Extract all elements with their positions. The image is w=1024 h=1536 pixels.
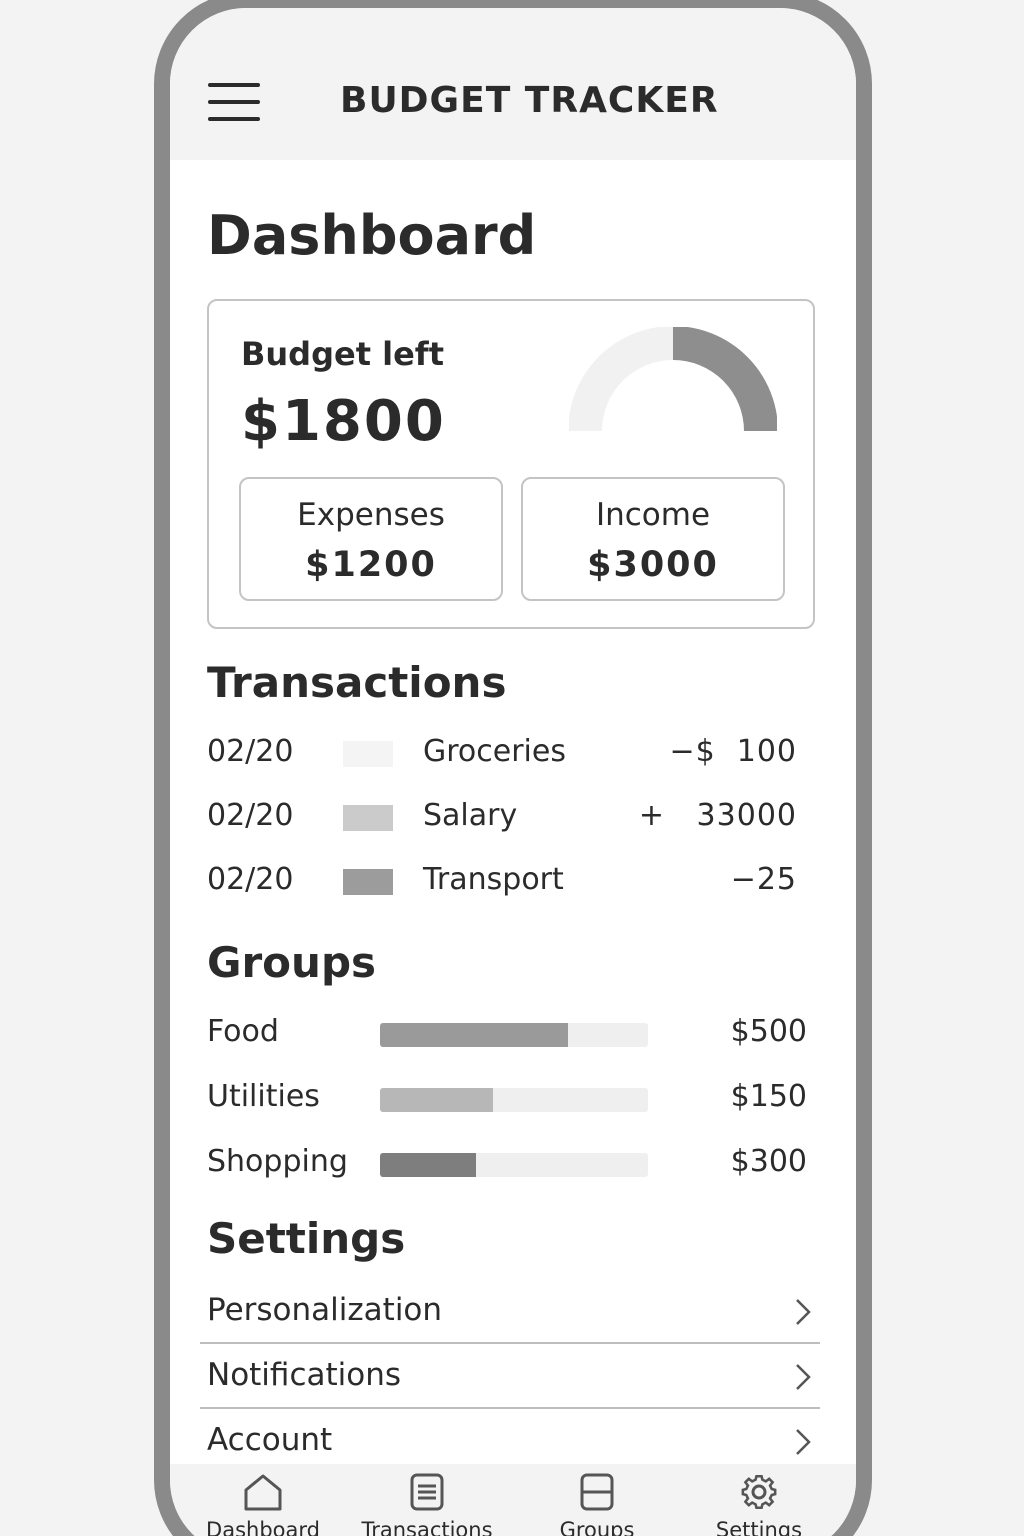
chevron-right-icon xyxy=(796,1364,811,1390)
group-progress-bar xyxy=(380,1023,648,1047)
group-progress-bar xyxy=(380,1153,648,1177)
nav-settings[interactable]: Settings xyxy=(684,1472,834,1536)
settings-item-label: Personalization xyxy=(207,1292,443,1328)
groups-icon xyxy=(580,1473,614,1511)
transaction-date: 02/20 xyxy=(207,798,294,833)
app-title: BUDGET TRACKER xyxy=(340,80,719,121)
bottom-nav: Dashboard Transactions Groups Settings xyxy=(170,1464,856,1536)
group-amount: $500 xyxy=(730,1014,807,1049)
budget-left-amount: $1800 xyxy=(241,389,446,454)
group-amount: $150 xyxy=(730,1079,807,1114)
nav-dashboard[interactable]: Dashboard xyxy=(188,1472,338,1536)
transaction-category: Salary xyxy=(423,798,518,833)
group-progress-fill xyxy=(380,1023,568,1047)
transaction-row[interactable]: 02/20 Salary + 33000 xyxy=(207,794,797,838)
transactions-title: Transactions xyxy=(207,658,507,707)
transaction-amount: −$ 100 xyxy=(669,734,797,769)
group-progress-bar xyxy=(380,1088,648,1112)
transaction-category: Groceries xyxy=(423,734,566,769)
gauge-fill xyxy=(672,327,777,432)
transaction-amount: + 33000 xyxy=(638,798,797,833)
expenses-value: $1200 xyxy=(305,545,437,585)
expenses-box: Expenses $1200 xyxy=(239,477,503,601)
list-icon xyxy=(410,1473,444,1511)
group-row[interactable]: Utilities $150 xyxy=(207,1075,807,1119)
category-swatch xyxy=(343,869,393,895)
settings-item-label: Notifications xyxy=(207,1357,402,1393)
settings-item-label: Account xyxy=(207,1422,333,1458)
group-progress-fill xyxy=(380,1088,493,1112)
group-amount: $300 xyxy=(730,1144,807,1179)
transaction-date: 02/20 xyxy=(207,734,294,769)
group-row[interactable]: Shopping $300 xyxy=(207,1140,807,1184)
category-swatch xyxy=(343,805,393,831)
income-label: Income xyxy=(595,497,711,533)
phone-frame: BUDGET TRACKER Dashboard Budget left $18… xyxy=(154,0,872,1536)
transaction-row[interactable]: 02/20 Groceries −$ 100 xyxy=(207,730,797,774)
group-name: Shopping xyxy=(207,1144,348,1179)
transaction-amount: −25 xyxy=(730,862,797,897)
category-swatch xyxy=(343,741,393,767)
top-bar: BUDGET TRACKER xyxy=(170,8,856,160)
group-row[interactable]: Food $500 xyxy=(207,1010,807,1054)
group-progress-fill xyxy=(380,1153,477,1177)
page-title: Dashboard xyxy=(207,204,537,267)
group-name: Food xyxy=(207,1014,279,1049)
transaction-row[interactable]: 02/20 Transport −25 xyxy=(207,858,797,902)
nav-transactions[interactable]: Transactions xyxy=(352,1472,502,1536)
groups-title: Groups xyxy=(207,938,377,987)
home-icon xyxy=(244,1474,282,1511)
settings-title: Settings xyxy=(207,1214,406,1263)
nav-label: Transactions xyxy=(361,1518,493,1536)
nav-label: Settings xyxy=(715,1518,803,1536)
expenses-label: Expenses xyxy=(297,497,445,533)
hamburger-icon[interactable] xyxy=(208,83,260,121)
settings-item-notifications[interactable]: Notifications xyxy=(200,1345,820,1409)
chevron-right-icon xyxy=(796,1299,811,1325)
income-box: Income $3000 xyxy=(521,477,785,601)
nav-groups[interactable]: Groups xyxy=(522,1472,672,1536)
group-name: Utilities xyxy=(207,1079,320,1114)
gear-icon xyxy=(741,1474,777,1510)
settings-item-personalization[interactable]: Personalization xyxy=(200,1280,820,1344)
chevron-right-icon xyxy=(796,1429,811,1455)
transaction-date: 02/20 xyxy=(207,862,294,897)
budget-gauge xyxy=(569,327,777,432)
budget-card: Budget left $1800 Expenses $1200 Income … xyxy=(207,299,815,629)
transaction-category: Transport xyxy=(423,862,564,897)
budget-left-label: Budget left xyxy=(241,335,445,373)
income-value: $3000 xyxy=(587,545,719,585)
nav-label: Groups xyxy=(559,1518,635,1536)
nav-label: Dashboard xyxy=(206,1518,320,1536)
